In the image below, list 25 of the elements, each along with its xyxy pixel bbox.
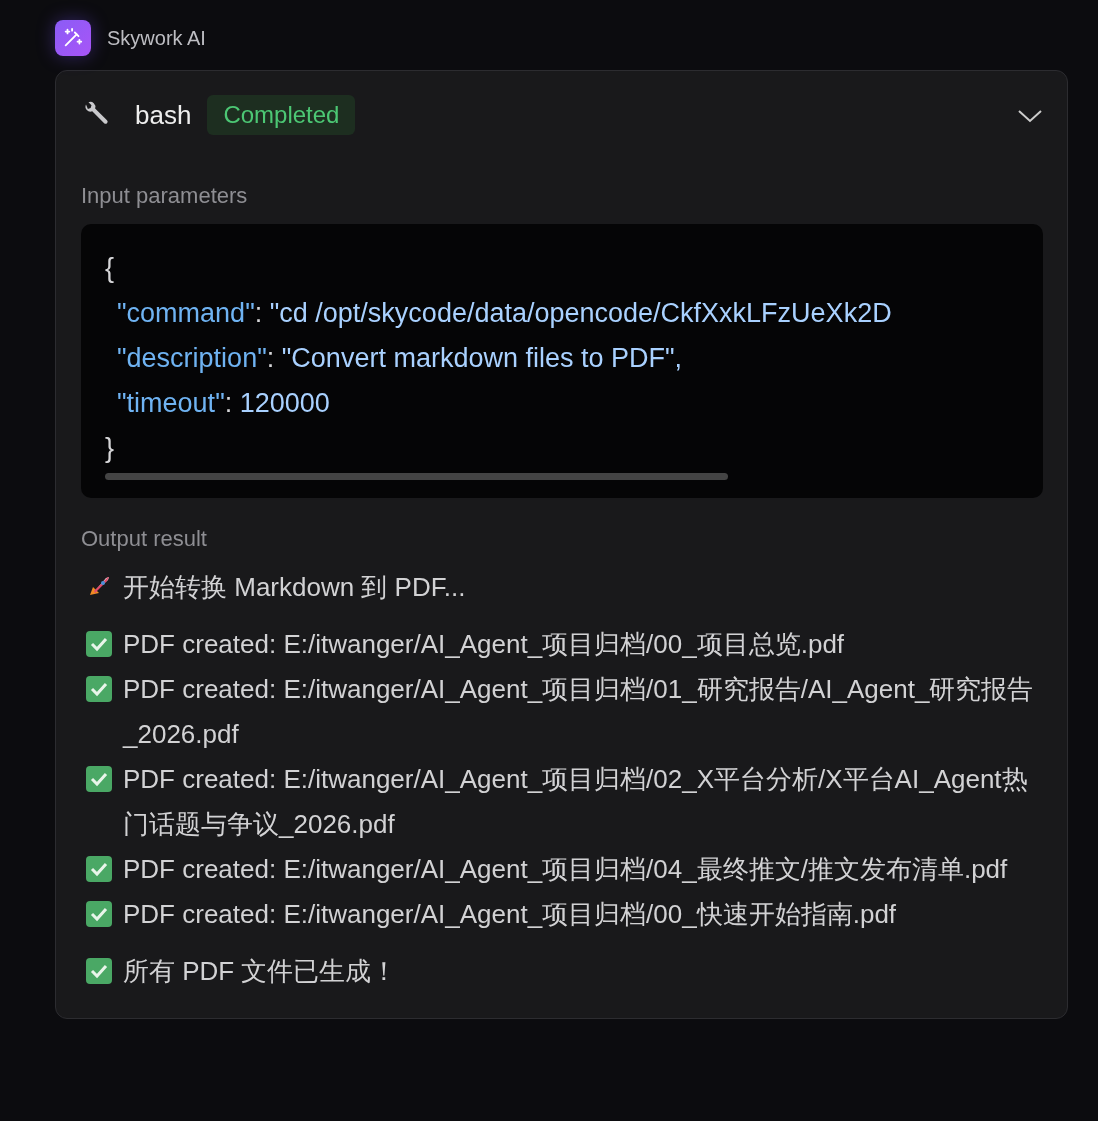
checkbox-icon: [85, 900, 113, 928]
output-text: PDF created: E:/itwanger/AI_Agent_项目归档/04_最终推文/推文发布清单.pdf: [123, 853, 1008, 886]
section-label: Input parameters: [81, 182, 249, 210]
code-line: "timeout": 120000: [116, 387, 331, 420]
section-label: Output result: [81, 525, 208, 553]
code-line: {: [105, 252, 116, 285]
output-text: PDF created: E:/itwanger/AI_Agent_项目归档/02_X平台分析/X平台AI_Agent热门话题与争议_2026.pdf: [123, 763, 1029, 841]
status-badge: Completed: [207, 95, 356, 135]
code-line: "description": "Convert markdown files to PDF",: [116, 342, 684, 375]
checkbox-icon: [85, 765, 113, 793]
logo-icon: [55, 20, 91, 56]
output-text: 开始转换 Markdown 到 PDF...: [123, 571, 466, 604]
app-title: Skywork AI: [107, 26, 206, 51]
output-text: PDF created: E:/itwanger/AI_Agent_项目归档/00_快速开始指南.pdf: [123, 898, 897, 931]
checkbox-icon: [85, 855, 113, 883]
checkbox-icon: [85, 957, 113, 985]
code-line: }: [105, 432, 116, 465]
output-text: PDF created: E:/itwanger/AI_Agent_项目归档/01_研究报告/AI_Agent_研究报告_2026.pdf: [123, 673, 1035, 751]
checkbox-icon: [85, 630, 113, 658]
output-text: 所有 PDF 文件已生成！: [123, 955, 398, 988]
code-line: "command": "cd /opt/skycode/data/opencode/CkfXxkLFzUeXk2D: [116, 297, 893, 330]
scrollbar[interactable]: [105, 473, 728, 480]
output-text: PDF created: E:/itwanger/AI_Agent_项目归档/00_项目总览.pdf: [123, 628, 845, 661]
tool-name: bash: [135, 98, 192, 132]
checkbox-icon: [85, 675, 113, 703]
